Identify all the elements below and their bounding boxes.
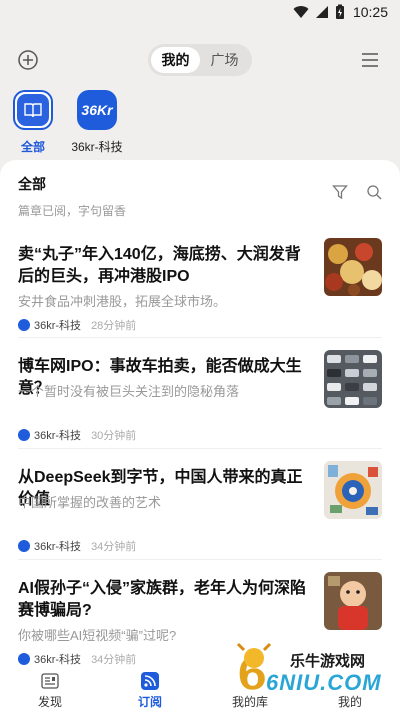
article-list-card: 全部 篇章已阅，字句留香 卖“丸子”年入140亿，海底捞、大润发背后的巨头，再冲…: [0, 160, 400, 670]
tab-label: 订阅: [137, 695, 162, 709]
status-bar: 10:25: [0, 0, 400, 24]
article-meta: 36kr-科技 30分钟前: [18, 427, 136, 443]
watermark-text: 乐牛游戏网: [290, 653, 366, 670]
tab-label: 发现: [37, 695, 62, 709]
subscription-label: 全部: [20, 140, 45, 154]
wifi-icon: [293, 6, 309, 19]
tab-discover[interactable]: 发现: [0, 670, 100, 712]
article-time: 34分钟前: [91, 541, 137, 553]
segment-square[interactable]: 广场: [200, 47, 249, 73]
article-source: 36kr-科技: [34, 430, 82, 442]
list-tools: [332, 184, 382, 200]
hamburger-menu-icon[interactable]: [360, 50, 380, 70]
article-title[interactable]: AI假孙子“入侵”家族群，老年人为何深陷赛博骗局?: [18, 578, 308, 622]
subscription-row: 全部 36Kr 36kr-科技: [0, 90, 400, 154]
36kr-logo-icon: 36Kr: [77, 90, 117, 130]
article-meta: 36kr-科技 34分钟前: [18, 538, 136, 554]
article-source: 36kr-科技: [34, 541, 82, 553]
subscription-all-icon-frame: [13, 90, 53, 130]
book-icon: [17, 94, 49, 126]
tab-subscribe[interactable]: 订阅: [100, 670, 200, 712]
article-source: 36kr-科技: [34, 654, 82, 666]
status-icons: [293, 4, 345, 20]
discover-icon: [41, 672, 59, 690]
subscription-label: 36kr-科技: [71, 140, 123, 154]
watermark-domain: 6NIU.COM: [266, 670, 382, 695]
divider: [18, 559, 382, 560]
article-thumbnail[interactable]: [324, 350, 382, 408]
article-summary: 安井食品冲刺港股，拓展全球市场。: [18, 294, 227, 309]
list-header: 全部 篇章已阅，字句留香: [18, 174, 382, 220]
article-source: 36kr-科技: [34, 320, 82, 332]
plus-circle-icon[interactable]: [16, 48, 40, 72]
source-logo-icon: [18, 540, 30, 552]
site-watermark: 6 乐牛游戏网 6NIU.COM: [232, 640, 392, 702]
divider: [18, 448, 382, 449]
source-logo-icon: [18, 429, 30, 441]
article-item[interactable]: 从DeepSeek到字节，中国人带来的真正价值 中国所掌握的改善的艺术 36kr…: [0, 461, 400, 573]
article-thumbnail[interactable]: [324, 572, 382, 630]
article-thumbnail[interactable]: [324, 461, 382, 519]
filter-icon[interactable]: [332, 184, 348, 200]
list-title: 全部: [18, 176, 46, 192]
article-thumbnail[interactable]: [324, 238, 382, 296]
signal-icon: [315, 6, 328, 18]
article-item[interactable]: 卖“丸子”年入140亿，海底捞、大润发背后的巨头，再冲港股IPO 安井食品冲刺港…: [0, 238, 400, 350]
status-time: 10:25: [352, 4, 388, 20]
article-summary: 一个暂时没有被巨头关注到的隐秘角落: [18, 384, 240, 399]
article-title[interactable]: 卖“丸子”年入140亿，海底捞、大润发背后的巨头，再冲港股IPO: [18, 244, 308, 288]
divider: [18, 337, 382, 338]
rss-icon: [141, 672, 159, 690]
segment-mine[interactable]: 我的: [151, 47, 200, 73]
list-subtitle: 篇章已阅，字句留香: [18, 204, 127, 218]
top-bar: 我的 广场: [0, 44, 400, 76]
36kr-logo-text: 36Kr: [81, 102, 113, 118]
search-icon[interactable]: [366, 184, 382, 200]
article-meta: 36kr-科技 28分钟前: [18, 317, 136, 333]
source-logo-icon: [18, 653, 30, 665]
article-meta: 36kr-科技 34分钟前: [18, 651, 136, 667]
battery-icon: [335, 4, 344, 19]
article-time: 34分钟前: [91, 654, 137, 666]
subscription-36kr[interactable]: 36Kr 36kr-科技: [59, 90, 135, 155]
article-item[interactable]: 博车网IPO：事故车拍卖，能否做成大生意？ 一个暂时没有被巨头关注到的隐秘角落 …: [0, 350, 400, 462]
article-time: 28分钟前: [91, 320, 137, 332]
source-logo-icon: [18, 319, 30, 331]
article-summary: 中国所掌握的改善的艺术: [18, 495, 162, 510]
article-time: 30分钟前: [91, 430, 137, 442]
feed-segment-control: 我的 广场: [148, 44, 252, 76]
